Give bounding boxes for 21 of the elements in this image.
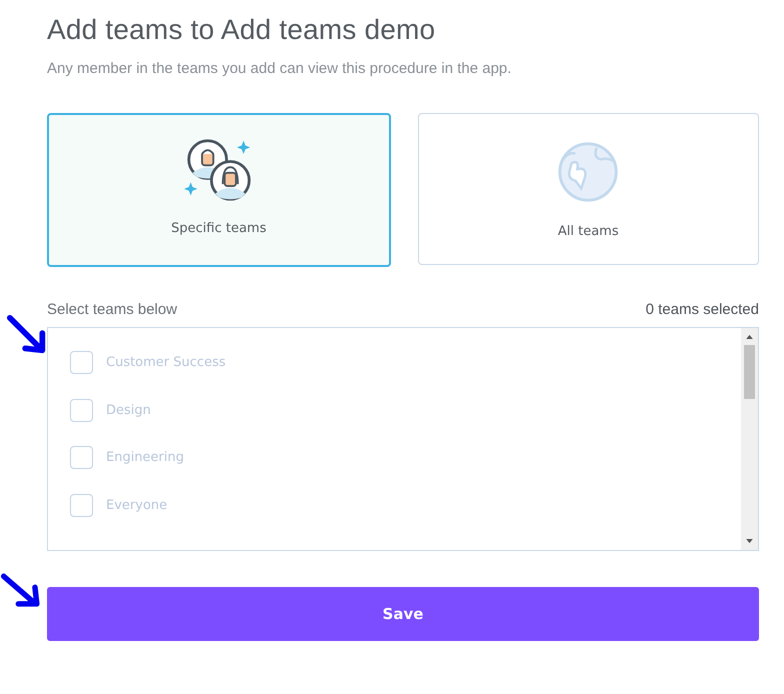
list-label: Select teams below (47, 301, 178, 318)
scrollbar-thumb[interactable] (744, 345, 755, 399)
scroll-down-icon[interactable] (746, 539, 753, 544)
save-button[interactable]: Save (47, 587, 759, 641)
checkbox[interactable] (70, 398, 93, 422)
option-label: Specific teams (171, 221, 266, 236)
page-title: Add teams to Add teams demo (47, 14, 436, 46)
team-name: Engineering (106, 450, 184, 466)
option-card[interactable]: All teams (418, 113, 759, 265)
scrollbar[interactable] (741, 328, 758, 550)
team-name: Customer Success (106, 355, 226, 370)
checkbox[interactable] (70, 494, 93, 517)
page-subtitle: Any member in the teams you add can view this procedure in the app. (47, 60, 512, 77)
checkbox[interactable] (70, 351, 93, 374)
option-card[interactable]: Specific teams (47, 113, 390, 267)
checkbox[interactable] (70, 446, 93, 470)
team-name: Everyone (106, 498, 168, 513)
selected-count: 0 teams selected (646, 301, 759, 318)
team-name: Design (106, 402, 151, 418)
scroll-up-icon[interactable] (746, 334, 753, 339)
option-label: All teams (558, 224, 619, 239)
